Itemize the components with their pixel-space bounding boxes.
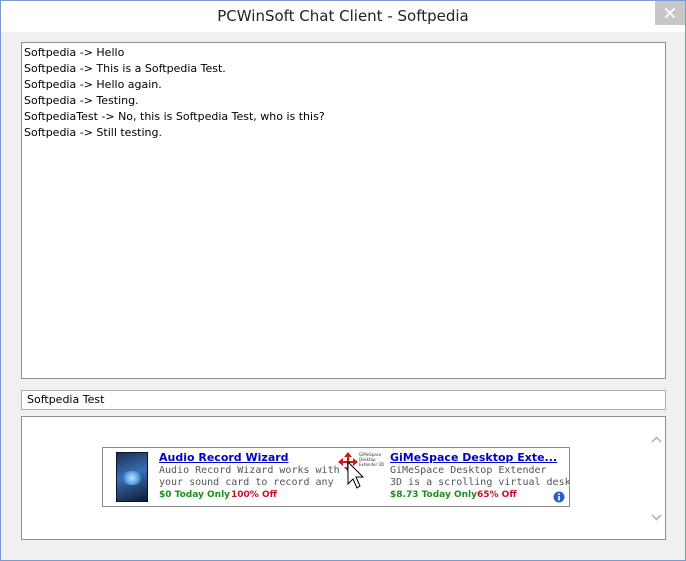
ad-description-line: 3D is a scrolling virtual desktop [390, 477, 570, 488]
ad-title-link[interactable]: GiMeSpace Desktop Exte... [390, 451, 557, 465]
scroll-down-button[interactable] [648, 508, 665, 525]
thumb-caption: Extender 3D [359, 462, 384, 467]
chevron-down-icon [651, 508, 662, 526]
chat-history[interactable]: Softpedia -> Hello Softpedia -> This is … [21, 42, 666, 379]
chat-message: Softpedia -> Hello [24, 46, 125, 59]
client-area: Softpedia -> Hello Softpedia -> This is … [9, 33, 679, 554]
window-title: PCWinSoft Chat Client - Softpedia [217, 7, 469, 25]
close-button[interactable] [655, 1, 685, 25]
chevron-up-icon [651, 430, 662, 448]
chat-message: SoftpediaTest -> No, this is Softpedia T… [24, 110, 325, 123]
info-icon[interactable] [553, 490, 565, 503]
ad-discount: 100% Off [231, 490, 277, 500]
ad-price: $0 Today Only [159, 490, 231, 500]
chat-message: Softpedia -> This is a Softpedia Test. [24, 62, 226, 75]
close-icon [664, 7, 676, 19]
ad-banner[interactable]: Audio Record Wizard Audio Record Wizard … [102, 447, 570, 507]
chat-message: Softpedia -> Hello again. [24, 78, 162, 91]
ad-item-audio-record-wizard[interactable]: Audio Record Wizard Audio Record Wizard … [103, 448, 340, 506]
ad-item-gimespace[interactable]: GiMeSpace Desktop Extender 3D GiMeSpace … [337, 448, 569, 506]
chat-message: Softpedia -> Still testing. [24, 126, 163, 139]
ad-title-link[interactable]: Audio Record Wizard [159, 451, 289, 465]
chat-client-window: PCWinSoft Chat Client - Softpedia Softpe… [0, 0, 686, 561]
ad-description-line: GiMeSpace Desktop Extender [390, 465, 547, 476]
chat-message: Softpedia -> Testing. [24, 94, 139, 107]
ad-price: $8.73 Today Only [390, 490, 477, 500]
message-input[interactable]: Softpedia Test [21, 390, 666, 410]
title-bar[interactable]: PCWinSoft Chat Client - Softpedia [1, 1, 685, 32]
product-box-image [116, 452, 148, 502]
ad-panel: Audio Record Wizard Audio Record Wizard … [21, 416, 666, 540]
scroll-up-button[interactable] [648, 430, 665, 447]
ad-scrollbar[interactable] [648, 417, 665, 539]
ad-description-line: Audio Record Wizard works with [159, 465, 340, 476]
ad-description-line: your sound card to record any [159, 477, 334, 488]
ad-discount: 65% Off [477, 490, 517, 500]
